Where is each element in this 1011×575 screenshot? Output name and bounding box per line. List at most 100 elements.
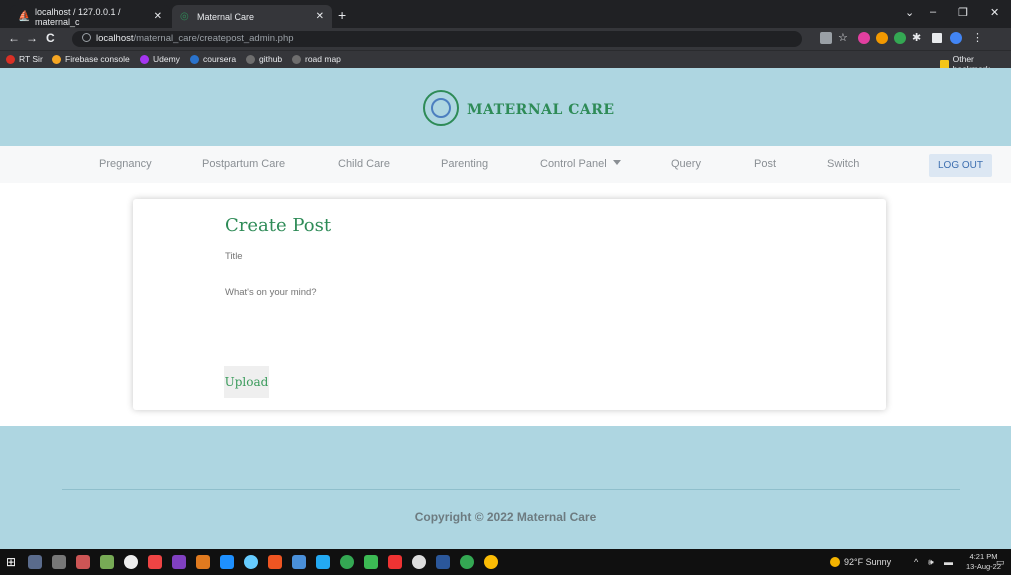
firebase-icon (52, 54, 61, 64)
close-tab-icon[interactable]: ✕ (316, 11, 324, 22)
footer-divider (62, 489, 960, 490)
nav-control-panel-label: Control Panel (540, 158, 607, 170)
minimize-button[interactable]: – (930, 6, 936, 18)
notifications-icon[interactable]: ▭ (996, 557, 1005, 568)
phpmyadmin-icon: ⛵ (18, 11, 31, 22)
reload-button[interactable]: C (46, 31, 55, 45)
app-icon[interactable] (148, 555, 162, 569)
logout-button[interactable]: LOG OUT (929, 154, 992, 177)
create-post-heading: Create Post (225, 215, 332, 236)
upload-button[interactable]: Upload (224, 366, 269, 398)
copyright-text: Copyright © 2022 Maternal Care (414, 510, 597, 524)
bookmark-udemy[interactable]: Udemy (140, 54, 180, 64)
close-tab-icon[interactable]: ✕ (154, 11, 162, 22)
coursera-icon (190, 54, 199, 64)
star-icon[interactable]: ☆ (838, 32, 850, 44)
url-host: localhost (96, 33, 134, 44)
app-icon[interactable] (172, 555, 186, 569)
app-icon[interactable] (412, 555, 426, 569)
windows-taskbar: ⊞ 92°F Sunny ^ 🕪 ▬ 4:21 PM 13-Aug-22 ▭ (0, 549, 1011, 575)
network-icon[interactable]: ▬ (944, 557, 953, 567)
udemy-icon (140, 54, 149, 64)
restore-button[interactable]: ❐ (958, 6, 968, 19)
brand-name[interactable]: MATERNAL CARE (467, 102, 615, 118)
main-navbar: Pregnancy Postpartum Care Child Care Par… (0, 146, 1011, 183)
word-icon[interactable] (436, 555, 450, 569)
puzzle-icon[interactable]: ✱ (912, 32, 924, 44)
bookmark-label: road map (305, 54, 341, 64)
tray-chevron-icon[interactable]: ^ (914, 557, 918, 567)
vscode-icon[interactable] (316, 555, 330, 569)
bookmark-rt-sir[interactable]: RT Sir (6, 54, 43, 64)
bookmark-icon (6, 54, 15, 64)
forward-button[interactable]: → (26, 31, 38, 45)
share-icon[interactable] (820, 32, 832, 44)
app-icon[interactable] (52, 555, 66, 569)
bookmark-label: Firebase console (65, 54, 130, 64)
post-body-textarea[interactable] (225, 287, 825, 357)
nav-post[interactable]: Post (754, 158, 776, 170)
nav-postpartum-care[interactable]: Postpartum Care (202, 158, 285, 170)
browser-toolbar: ← → C localhost/maternal_care/createpost… (0, 28, 1011, 50)
chrome-icon[interactable] (484, 555, 498, 569)
caret-down-icon (612, 160, 621, 165)
url-path: /maternal_care/createpost_admin.php (133, 33, 294, 44)
site-footer: Copyright © 2022 Maternal Care (0, 426, 1011, 549)
file-explorer-icon[interactable] (292, 555, 306, 569)
new-tab-button[interactable]: + (338, 7, 346, 23)
site-favicon-icon: ◎ (180, 11, 189, 22)
bookmark-label: RT Sir (19, 54, 43, 64)
weather-widget[interactable]: 92°F Sunny (830, 557, 891, 567)
bookmark-firebase[interactable]: Firebase console (52, 54, 130, 64)
app-icon[interactable] (220, 555, 234, 569)
back-button[interactable]: ← (8, 31, 20, 45)
nav-switch[interactable]: Switch (827, 158, 859, 170)
app-icon[interactable] (244, 555, 258, 569)
task-view-icon[interactable] (28, 555, 42, 569)
acrobat-icon[interactable] (388, 555, 402, 569)
tab-label: Maternal Care (197, 11, 255, 22)
app-icon[interactable] (100, 555, 114, 569)
profile-avatar[interactable] (950, 32, 962, 44)
post-title-input[interactable] (225, 247, 825, 265)
close-window-button[interactable]: ✕ (990, 6, 999, 19)
brand-header: MATERNAL CARE (0, 68, 1011, 146)
nav-pregnancy[interactable]: Pregnancy (99, 158, 152, 170)
chrome-icon[interactable] (340, 555, 354, 569)
bookmark-label: Udemy (153, 54, 180, 64)
windows-start-icon[interactable]: ⊞ (6, 555, 20, 569)
sun-icon (830, 557, 840, 567)
bookmark-github[interactable]: github (246, 54, 282, 64)
app-icon[interactable] (124, 555, 138, 569)
sidepanel-icon[interactable] (932, 33, 942, 43)
menu-icon[interactable]: ⋮ (972, 32, 984, 44)
web-page: MATERNAL CARE Pregnancy Postpartum Care … (0, 68, 1011, 549)
github-icon (246, 54, 255, 64)
bookmarks-bar: RT Sir Firebase console Udemy coursera g… (0, 50, 1011, 74)
nav-control-panel[interactable]: Control Panel (540, 158, 621, 170)
bookmark-road-map[interactable]: road map (292, 54, 341, 64)
app-icon[interactable] (364, 555, 378, 569)
tab-maternal-care[interactable]: ◎ Maternal Care ✕ (172, 5, 332, 28)
chrome-icon[interactable] (460, 555, 474, 569)
extension-icon[interactable] (858, 32, 870, 44)
tab-search-icon[interactable]: ⌄ (905, 6, 914, 19)
app-icon[interactable] (76, 555, 90, 569)
nav-child-care[interactable]: Child Care (338, 158, 390, 170)
maternal-care-logo-icon[interactable] (423, 90, 459, 126)
extension-icon[interactable] (894, 32, 906, 44)
address-bar[interactable]: localhost/maternal_care/createpost_admin… (72, 31, 802, 47)
weather-text: 92°F Sunny (844, 557, 892, 567)
tab-phpmyadmin[interactable]: ⛵ localhost / 127.0.0.1 / maternal_c ✕ (10, 5, 170, 28)
tab-label: localhost / 127.0.0.1 / maternal_c (35, 6, 121, 27)
extension-icon[interactable] (876, 32, 888, 44)
site-info-icon[interactable] (82, 33, 91, 42)
bookmark-coursera[interactable]: coursera (190, 54, 236, 64)
app-icon[interactable] (268, 555, 282, 569)
create-post-card: Create Post Upload (133, 199, 886, 410)
logo-inner-ring (431, 98, 451, 118)
volume-icon[interactable]: 🕪 (928, 557, 934, 568)
nav-query[interactable]: Query (671, 158, 701, 170)
nav-parenting[interactable]: Parenting (441, 158, 488, 170)
illustrator-icon[interactable] (196, 555, 210, 569)
